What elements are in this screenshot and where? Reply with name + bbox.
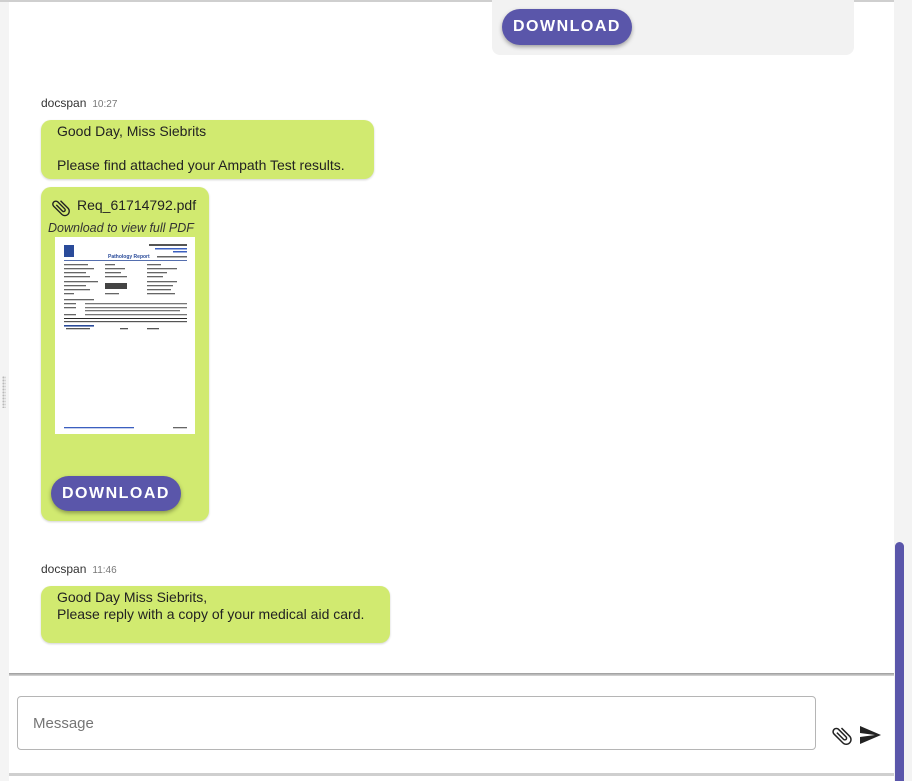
message-sender-header: docspan 10:27 xyxy=(41,96,117,110)
message-line: Good Day, Miss Siebrits xyxy=(57,123,207,139)
message-line: Please reply with a copy of your medical… xyxy=(57,606,365,622)
composer-bottom-border xyxy=(9,773,894,776)
sender-name: docspan xyxy=(41,96,87,110)
composer-divider xyxy=(9,673,894,676)
paperclip-icon xyxy=(832,727,852,746)
send-icon xyxy=(860,726,881,744)
send-button[interactable] xyxy=(858,723,882,747)
message-sender-header: docspan 11:46 xyxy=(41,562,117,576)
attach-button[interactable] xyxy=(830,724,854,748)
message-line: Good Day Miss Siebrits, xyxy=(57,589,208,605)
attachment-file-name[interactable]: Req_61714792.pdf xyxy=(77,197,196,213)
scrollbar-thumb[interactable] xyxy=(895,542,904,781)
message-bubble: Good Day Miss Siebrits, Please reply wit… xyxy=(41,586,390,643)
pdf-preview-title: Pathology Report xyxy=(108,254,150,260)
previous-download-button[interactable]: DOWNLOAD xyxy=(502,9,632,45)
message-line: Please find attached your Ampath Test re… xyxy=(57,157,345,173)
sender-name: docspan xyxy=(41,562,87,576)
attachment-bubble: Req_61714792.pdf Download to view full P… xyxy=(41,187,209,521)
resize-handle[interactable] xyxy=(2,376,6,408)
pdf-preview[interactable]: Pathology Report xyxy=(55,237,195,434)
previous-attachment-card: DOWNLOAD xyxy=(492,0,854,55)
attachment-hint: Download to view full PDF xyxy=(48,221,194,235)
paperclip-icon xyxy=(52,200,70,217)
download-button[interactable]: DOWNLOAD xyxy=(51,476,181,511)
message-time: 11:46 xyxy=(92,565,117,576)
message-time: 10:27 xyxy=(92,99,118,110)
pdf-preview-page: Pathology Report xyxy=(55,237,195,434)
message-bubble: Good Day, Miss Siebrits Please find atta… xyxy=(41,120,374,179)
message-input[interactable] xyxy=(17,696,816,750)
